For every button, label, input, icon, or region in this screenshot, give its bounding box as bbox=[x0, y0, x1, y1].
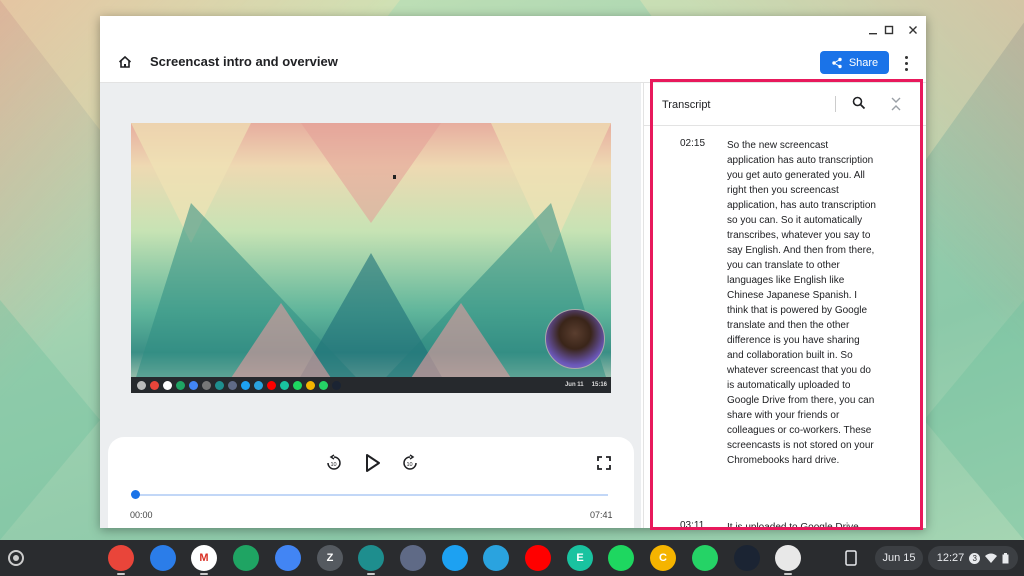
settings-icon[interactable] bbox=[400, 545, 426, 571]
share-icon bbox=[832, 57, 842, 68]
collapse-icon[interactable] bbox=[889, 96, 903, 112]
telegram-icon[interactable] bbox=[483, 545, 509, 571]
wallpaper-shape bbox=[0, 300, 100, 540]
home-icon[interactable] bbox=[117, 54, 133, 70]
running-indicator bbox=[200, 573, 208, 575]
drive-icon[interactable] bbox=[233, 545, 259, 571]
date-pill[interactable]: Jun 15 bbox=[875, 546, 923, 570]
transcript-timestamp[interactable]: 02:15 bbox=[680, 138, 705, 149]
terminal-app-icon[interactable] bbox=[734, 545, 760, 571]
transcript-text: So the new screencast application has au… bbox=[727, 140, 876, 466]
running-indicator bbox=[117, 573, 125, 575]
docs-icon[interactable] bbox=[275, 545, 301, 571]
notification-count-badge: 3 bbox=[969, 552, 981, 564]
duration: 07:41 bbox=[590, 510, 613, 520]
app-header: Screencast intro and overview Share bbox=[100, 44, 926, 83]
video-pane: Jun 11 15:16 10 10 00:00 07:41 bbox=[100, 83, 641, 528]
mouse-cursor bbox=[393, 175, 396, 179]
close-icon[interactable] bbox=[904, 21, 922, 39]
seek-thumb[interactable] bbox=[131, 490, 140, 499]
shelf: M Z E C Jun 15 12:27 3 bbox=[0, 540, 1024, 576]
transcript-text: It is uploaded to Google Drive bbox=[727, 522, 859, 528]
more-vert-icon[interactable] bbox=[900, 52, 912, 74]
player-controls: 10 10 00:00 07:41 bbox=[108, 437, 634, 528]
running-indicator bbox=[784, 573, 792, 575]
overview-thumbnail-icon[interactable] bbox=[775, 545, 801, 571]
youtube-icon[interactable] bbox=[525, 545, 551, 571]
forward-10-icon[interactable]: 10 bbox=[401, 454, 419, 472]
transcript-timestamp[interactable]: 03:11 bbox=[680, 520, 704, 528]
zoom-app-icon[interactable]: Z bbox=[317, 545, 343, 571]
screencast-icon[interactable] bbox=[358, 545, 384, 571]
video-preview[interactable]: Jun 11 15:16 bbox=[131, 123, 611, 393]
files-icon[interactable] bbox=[150, 545, 176, 571]
chrome-icon[interactable] bbox=[108, 545, 134, 571]
running-indicator bbox=[367, 573, 375, 575]
current-time: 00:00 bbox=[130, 510, 153, 520]
svg-text:10: 10 bbox=[407, 462, 413, 468]
page-title: Screencast intro and overview bbox=[150, 54, 338, 69]
transcript-panel: Transcript 02:15 So the new screencast a… bbox=[643, 83, 926, 528]
e-app-icon[interactable]: E bbox=[567, 545, 593, 571]
whatsapp-icon[interactable] bbox=[692, 545, 718, 571]
divider bbox=[835, 96, 836, 112]
share-button[interactable]: Share bbox=[820, 51, 889, 74]
tablet-mode-icon[interactable] bbox=[838, 545, 864, 571]
twitter-icon[interactable] bbox=[442, 545, 468, 571]
webcam-bubble bbox=[545, 309, 605, 369]
status-tray[interactable]: 12:27 3 bbox=[928, 546, 1018, 570]
wallpaper-shape bbox=[924, 300, 1024, 540]
video-wallpaper bbox=[131, 123, 611, 393]
video-shelf: Jun 11 15:16 bbox=[131, 377, 611, 393]
transcript-header: Transcript bbox=[644, 83, 926, 126]
video-shelf-time: 15:16 bbox=[591, 382, 607, 388]
battery-icon bbox=[1002, 552, 1009, 563]
rewind-10-icon[interactable]: 10 bbox=[325, 454, 343, 472]
seek-bar[interactable] bbox=[135, 494, 608, 496]
wifi-icon bbox=[985, 553, 998, 563]
c-app-icon[interactable]: C bbox=[650, 545, 676, 571]
launcher-icon[interactable] bbox=[8, 550, 24, 566]
screencast-window: Screencast intro and overview Share Jun … bbox=[100, 16, 926, 528]
fullscreen-icon[interactable] bbox=[596, 455, 612, 471]
play-icon[interactable] bbox=[360, 451, 384, 475]
transcript-title: Transcript bbox=[662, 99, 711, 111]
spotify-icon[interactable] bbox=[608, 545, 634, 571]
window-titlebar bbox=[100, 16, 926, 44]
maximize-icon[interactable] bbox=[880, 21, 898, 39]
gmail-icon[interactable]: M bbox=[191, 545, 217, 571]
clock: 12:27 bbox=[936, 552, 965, 564]
svg-text:10: 10 bbox=[331, 462, 337, 468]
search-icon[interactable] bbox=[852, 96, 868, 112]
video-shelf-date: Jun 11 bbox=[564, 382, 584, 388]
share-button-label: Share bbox=[848, 56, 879, 69]
